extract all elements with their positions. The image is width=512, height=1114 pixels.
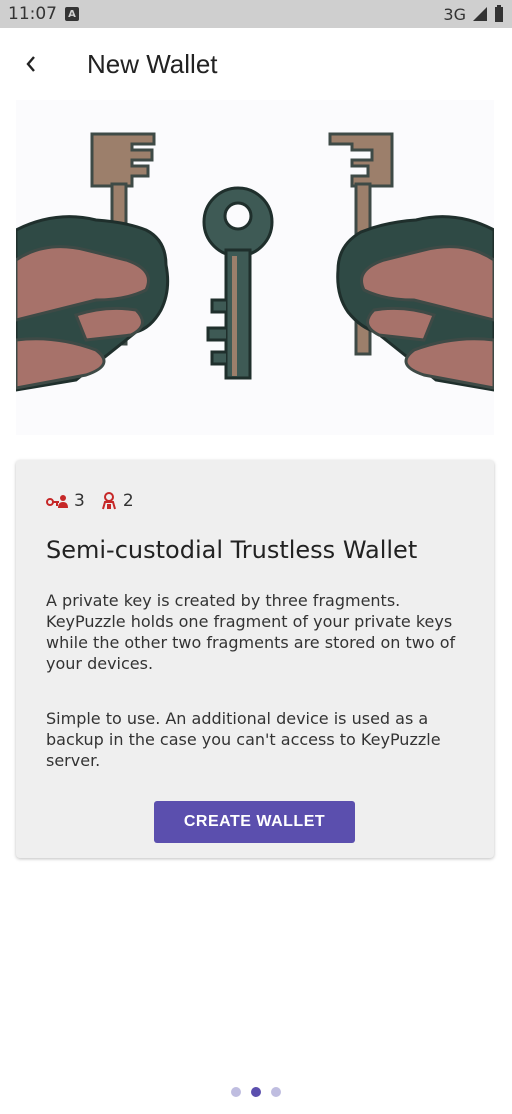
battery-icon — [495, 5, 503, 22]
signal-icon — [473, 7, 487, 21]
create-wallet-button[interactable]: CREATE WALLET — [154, 801, 355, 843]
status-time: 11:07 — [8, 4, 57, 24]
app-bar: New Wallet — [0, 28, 512, 100]
key-user-icon — [46, 495, 68, 508]
wallet-option-card: 3 2 Semi-custodial Trustless Wallet A pr… — [16, 460, 494, 858]
stat-devices: 2 — [101, 491, 134, 511]
stat-key-value: 3 — [74, 491, 85, 511]
left-hand-key-illustration — [16, 132, 170, 392]
hero-illustration — [16, 100, 494, 435]
card-description: A private key is created by three fragme… — [46, 591, 456, 673]
center-key-illustration — [202, 186, 274, 380]
page-dot[interactable] — [231, 1087, 241, 1097]
back-button[interactable] — [0, 28, 62, 100]
page-dot[interactable] — [271, 1087, 281, 1097]
network-type: 3G — [443, 4, 466, 24]
card-title: Semi-custodial Trustless Wallet — [46, 536, 418, 564]
page-title: New Wallet — [87, 48, 218, 79]
chevron-left-icon — [26, 56, 35, 72]
stat-key-fragments: 3 — [46, 491, 85, 511]
person-device-icon — [101, 492, 116, 510]
page-indicator — [0, 1087, 512, 1097]
stat-devices-value: 2 — [122, 491, 134, 511]
card-description-secondary: Simple to use. An additional device is u… — [46, 709, 441, 770]
notification-badge-icon: A — [65, 7, 79, 21]
status-bar: 11:07 A 3G — [0, 0, 512, 28]
right-hand-key-illustration — [328, 132, 494, 392]
page-dot-active[interactable] — [251, 1087, 261, 1097]
card-stats: 3 2 — [46, 491, 134, 511]
